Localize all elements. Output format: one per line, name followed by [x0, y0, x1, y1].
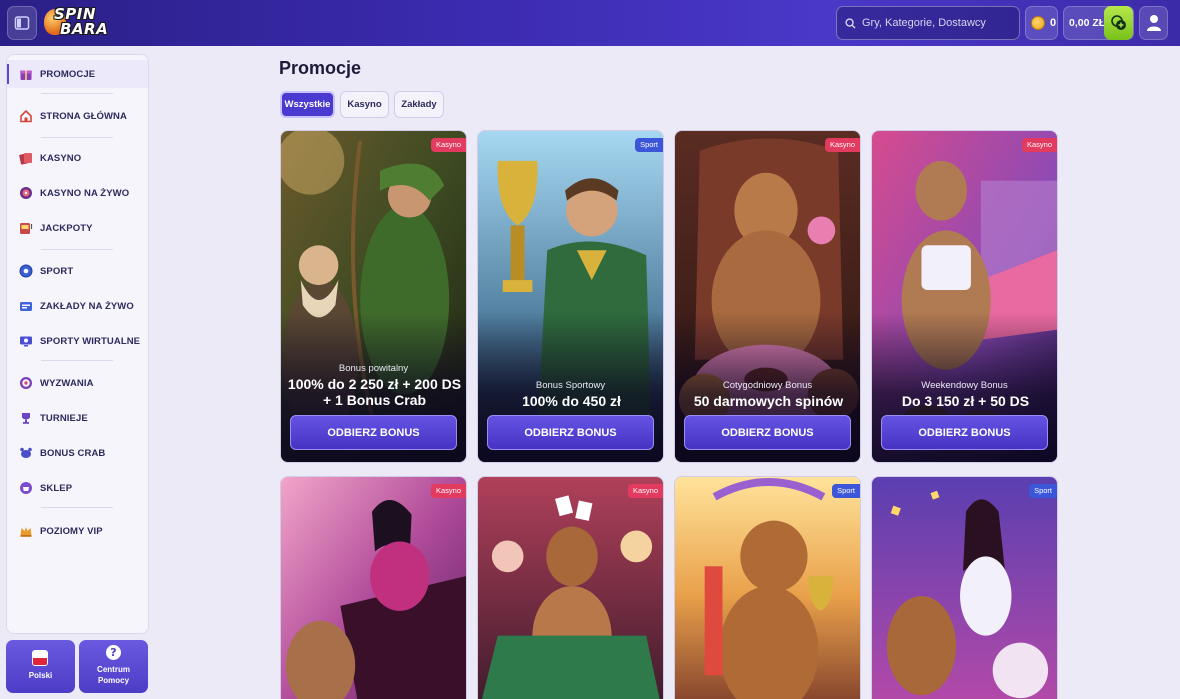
crown-icon [20, 527, 32, 537]
promo-card[interactable]: Kasyno Weekendowy Bonus Do 3 150 zł + 50… [871, 130, 1058, 463]
promo-art-piano-lady [281, 477, 466, 699]
page-title: Promocje [279, 58, 362, 78]
promo-art-cheerleader-capybara [872, 477, 1057, 699]
promo-headline: 50 darmowych spinów [693, 393, 844, 409]
sidebar-item-shop[interactable]: SKLEP [7, 474, 148, 502]
promo-card[interactable]: Kasyno [280, 476, 467, 699]
tab-all[interactable]: Wszystkie [280, 91, 335, 118]
coin-icon [1031, 16, 1045, 30]
crab-icon [20, 447, 32, 458]
sidebar-toggle-button[interactable] [7, 6, 37, 40]
search-box[interactable] [836, 6, 1020, 40]
promo-subtitle: Bonus Sportowy [535, 380, 606, 391]
sidebar-divider [41, 137, 113, 138]
sidebar-item-bonus-crab[interactable]: BONUS CRAB [7, 439, 148, 467]
home-icon [20, 109, 32, 123]
deposit-button[interactable] [1104, 6, 1133, 40]
coins-balance[interactable]: 0 [1025, 6, 1058, 40]
sidebar-divider [41, 249, 113, 250]
poland-flag-icon [32, 650, 48, 666]
category-tag: Kasyno [627, 484, 663, 498]
cards-icon [19, 153, 32, 165]
tab-bets[interactable]: Zakłady [394, 91, 444, 118]
promo-card[interactable]: Sport [674, 476, 861, 699]
promo-headline: 100% do 450 zł [522, 393, 621, 409]
search-input[interactable] [862, 17, 1012, 29]
category-tag: Sport [832, 484, 860, 498]
spinbara-logo[interactable]: SPIN BARA [44, 5, 110, 41]
sidebar-item-live-bets[interactable]: ZAKŁADY NA ŻYWO [7, 292, 148, 320]
ball-icon [19, 264, 33, 278]
sidebar-item-home[interactable]: STRONA GŁÓWNA [7, 102, 148, 130]
category-tag: Kasyno [430, 484, 466, 498]
user-icon [1146, 15, 1161, 31]
sidebar-item-virtual-sports[interactable]: SPORTY WIRTUALNE [7, 327, 148, 355]
sidebar: PROMOCJE STRONA GŁÓWNA KASYNO KASYNO NA … [6, 54, 149, 634]
help-center-button[interactable]: ? Centrum Pomocy [79, 640, 148, 693]
promo-headline-2: + 1 Bonus Crab [322, 392, 427, 408]
claim-bonus-button[interactable]: ODBIERZ BONUS [487, 415, 654, 450]
sidebar-item-live-casino[interactable]: KASYNO NA ŻYWO [7, 179, 148, 207]
sidebar-item-challenges[interactable]: WYZWANIA [7, 369, 148, 397]
target-icon [20, 377, 32, 389]
live-ticket-icon [20, 302, 32, 311]
profile-button[interactable] [1139, 6, 1168, 40]
promo-card[interactable]: Kasyno Cotygodniowy Bonus 50 darmowych s… [674, 130, 861, 463]
sidebar-toggle-icon [14, 16, 30, 30]
language-button[interactable]: Polski [6, 640, 75, 693]
sidebar-item-vip[interactable]: POZIOMY VIP [7, 517, 148, 545]
sidebar-divider [41, 507, 113, 508]
help-icon: ? [106, 645, 121, 660]
promo-headline: 100% do 2 250 zł + 200 DS [287, 376, 462, 392]
trophy-icon [22, 413, 30, 424]
category-tag: Kasyno [824, 138, 860, 152]
virtual-icon [20, 336, 32, 347]
sidebar-item-tournaments[interactable]: TURNIEJE [7, 404, 148, 432]
sidebar-item-sport[interactable]: SPORT [7, 257, 148, 285]
category-tag: Sport [635, 138, 663, 152]
logo-text: SPIN BARA [54, 5, 109, 38]
promo-art-capybara-trophy [675, 477, 860, 699]
promo-headline: Do 3 150 zł + 50 DS [901, 393, 1030, 409]
shop-icon [20, 482, 32, 494]
slot-icon [20, 223, 33, 234]
promo-subtitle: Weekendowy Bonus [921, 380, 1008, 391]
category-tag: Sport [1029, 484, 1057, 498]
sidebar-item-jackpots[interactable]: JACKPOTY [7, 214, 148, 242]
roulette-icon [20, 187, 32, 199]
search-icon [845, 17, 856, 29]
promo-card[interactable]: Sport [871, 476, 1058, 699]
claim-bonus-button[interactable]: ODBIERZ BONUS [290, 415, 457, 450]
promo-subtitle: Bonus powitalny [338, 363, 409, 374]
promo-card[interactable]: Sport Bonus Sportowy 100% do 450 zł ODBI… [477, 130, 664, 463]
promo-art-poker-table [478, 477, 663, 699]
claim-bonus-button[interactable]: ODBIERZ BONUS [881, 415, 1048, 450]
promo-subtitle: Cotygodniowy Bonus [722, 380, 813, 391]
claim-bonus-button[interactable]: ODBIERZ BONUS [684, 415, 851, 450]
category-tag: Kasyno [1021, 138, 1057, 152]
sidebar-item-promocje[interactable]: PROMOCJE [7, 60, 148, 88]
sidebar-item-kasyno[interactable]: KASYNO [7, 144, 148, 172]
sidebar-divider [41, 93, 113, 94]
wallet-coins-icon [1110, 15, 1126, 30]
category-tag: Kasyno [430, 138, 466, 152]
sidebar-divider [41, 360, 113, 361]
help-center-label: Centrum Pomocy [97, 665, 130, 685]
promo-card[interactable]: Kasyno [477, 476, 664, 699]
tab-casino[interactable]: Kasyno [340, 91, 389, 118]
gift-icon [20, 70, 32, 80]
top-header: SPIN BARA 0 0,00 ZŁ [0, 0, 1180, 46]
promo-card[interactable]: Kasyno Bonus powitalny 100% do 2 250 zł … [280, 130, 467, 463]
